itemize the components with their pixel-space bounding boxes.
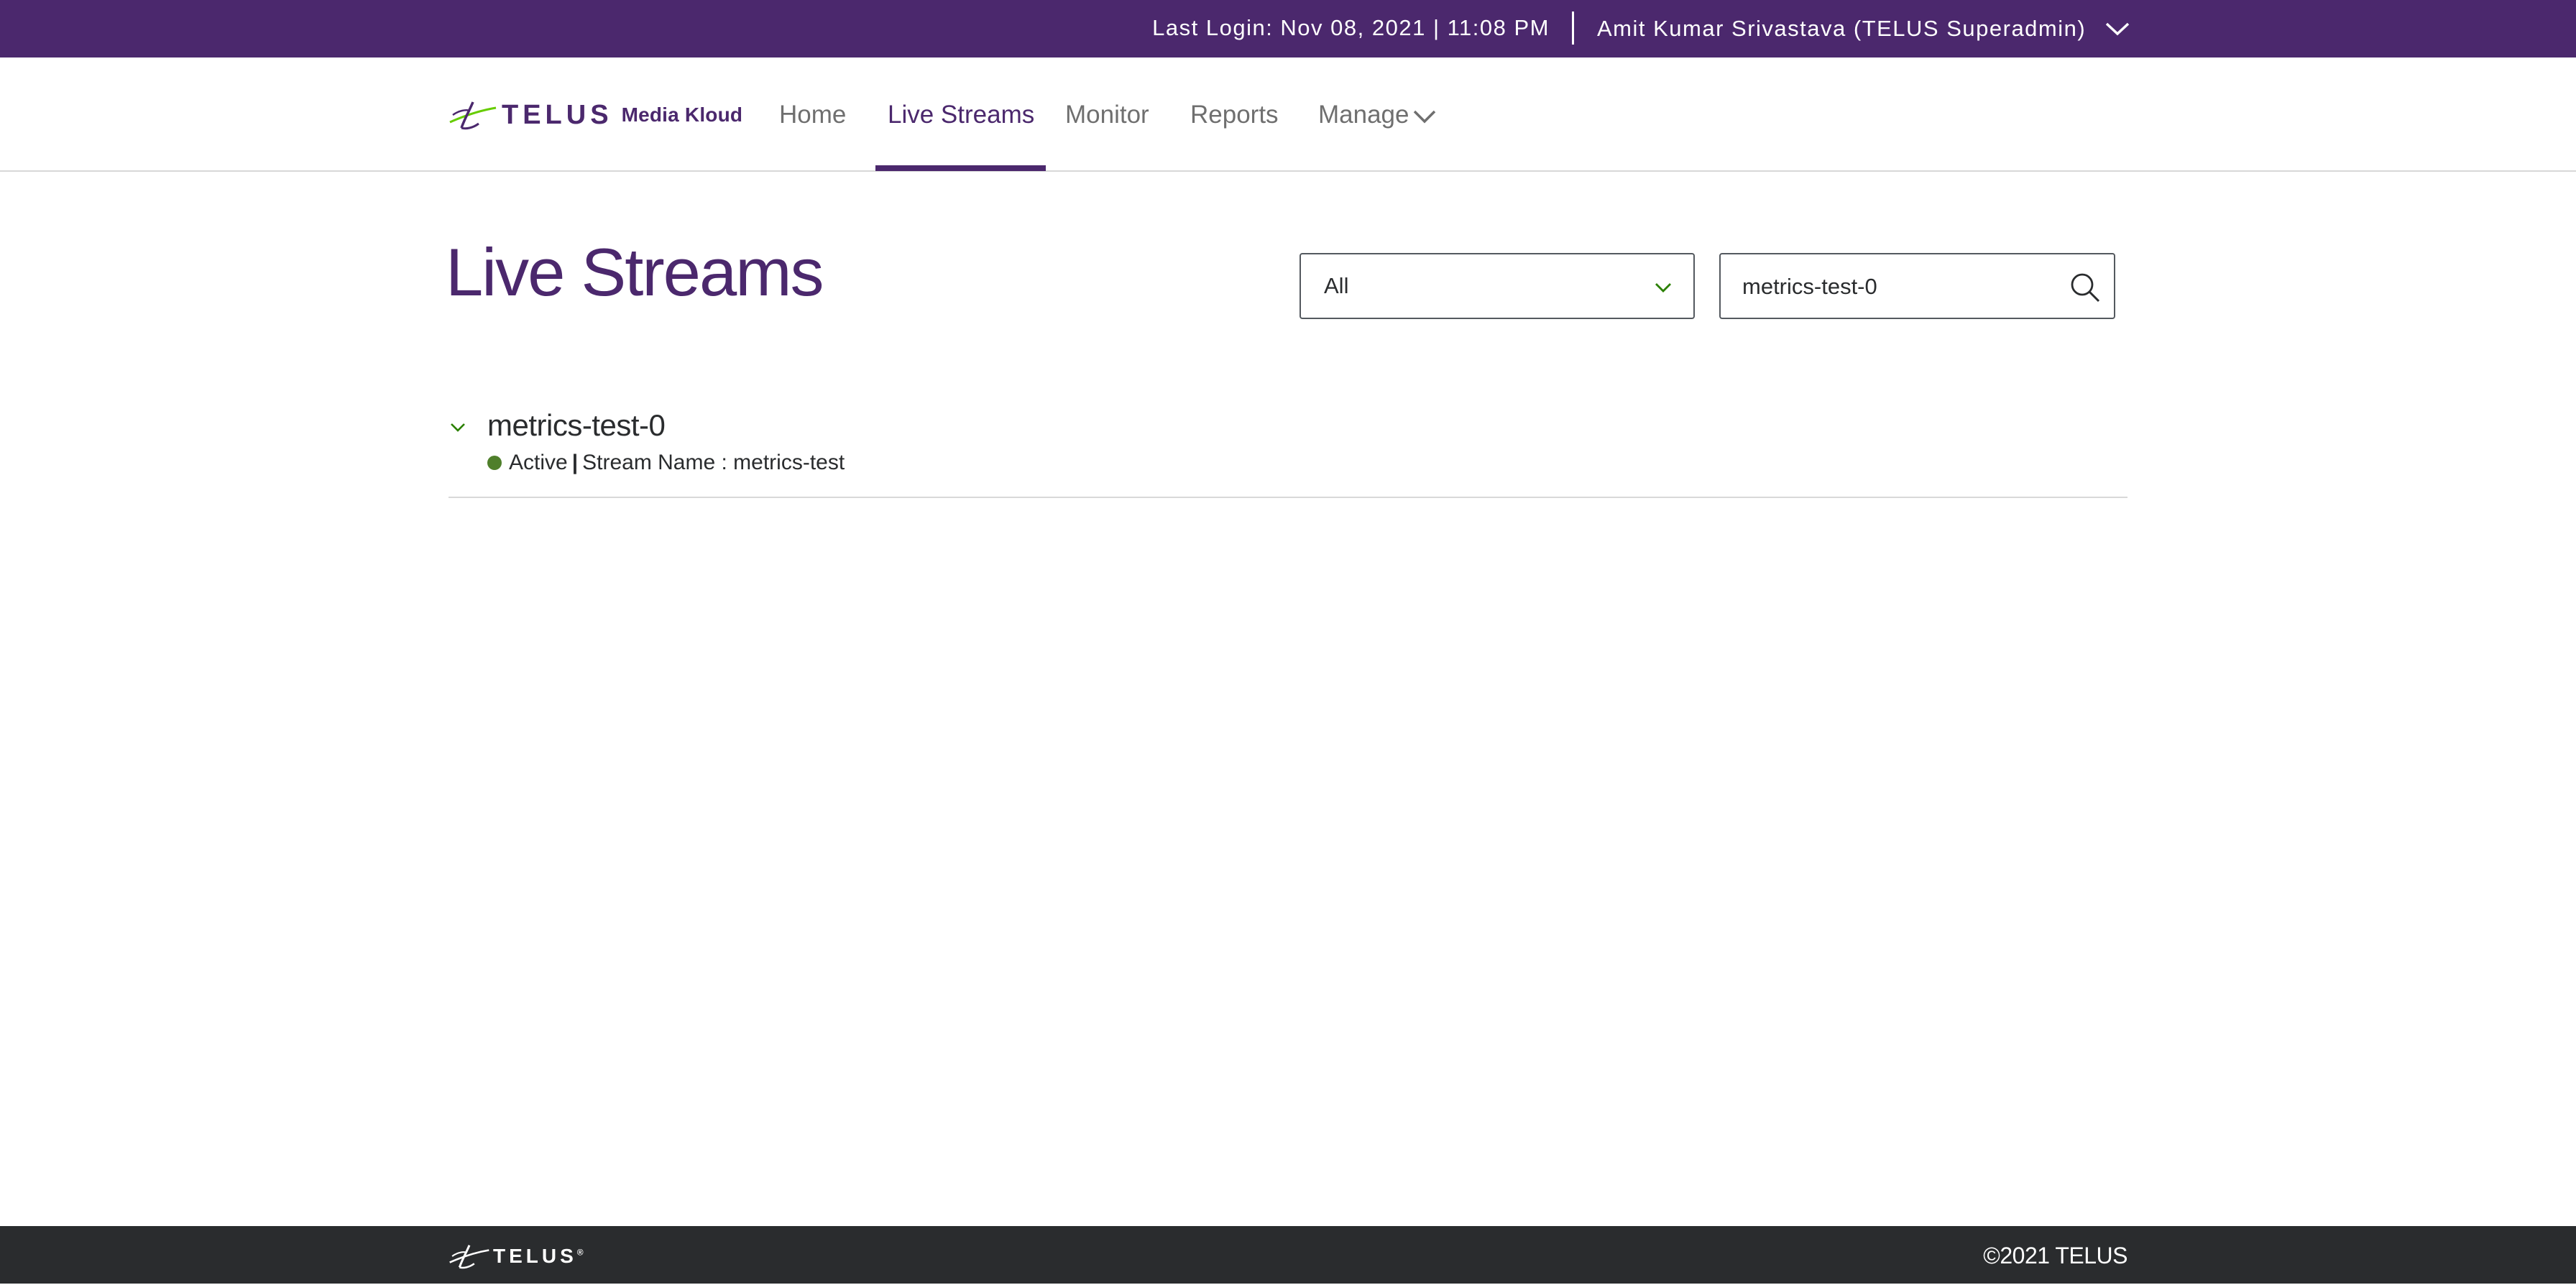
- telus-logo-mark-icon: [449, 1245, 489, 1269]
- status-indicator-icon: [487, 456, 502, 470]
- nav-item-reports[interactable]: Reports: [1190, 57, 1279, 170]
- telus-logo-mark-icon: [449, 101, 497, 130]
- stream-status: Active: [509, 451, 568, 474]
- nav-item-monitor[interactable]: Monitor: [1065, 57, 1149, 170]
- registered-mark: ®: [576, 1247, 584, 1258]
- footer-logo[interactable]: TELUS®: [448, 1242, 584, 1271]
- chevron-down-icon: [1414, 110, 1436, 124]
- telus-logo[interactable]: TELUS Media Kloud: [448, 98, 742, 132]
- chevron-down-icon: [1655, 283, 1671, 293]
- chevron-down-icon[interactable]: [450, 423, 466, 433]
- search-box: [1719, 253, 2115, 319]
- stream-meta: Active | Stream Name : metrics-test: [487, 450, 845, 476]
- list-item: metrics-test-0 Active | Stream Name : me…: [448, 397, 2128, 498]
- footer-brand-label: TELUS: [493, 1245, 577, 1267]
- status-filter-select[interactable]: All: [1300, 253, 1695, 319]
- page-title: Live Streams: [446, 234, 824, 310]
- top-bar-divider: [1572, 11, 1574, 45]
- last-login-text: Last Login: Nov 08, 2021 | 11:08 PM: [1152, 15, 1550, 40]
- stream-name: Stream Name : metrics-test: [582, 451, 845, 474]
- nav-item-home[interactable]: Home: [779, 57, 846, 170]
- user-menu-button[interactable]: Amit Kumar Srivastava (TELUS Superadmin): [1597, 0, 2130, 57]
- logo-product-text: Media Kloud: [621, 103, 743, 126]
- nav-item-live-streams[interactable]: Live Streams: [875, 57, 1046, 171]
- copyright-text: ©2021 TELUS: [1983, 1243, 2128, 1268]
- stream-title[interactable]: metrics-test-0: [487, 408, 666, 443]
- chevron-down-icon: [2106, 22, 2130, 36]
- footer: TELUS® ©2021 TELUS: [0, 1226, 2576, 1284]
- nav-item-manage-label: Manage: [1318, 101, 1409, 129]
- user-name: Amit Kumar Srivastava (TELUS Superadmin): [1597, 16, 2087, 41]
- search-input[interactable]: [1742, 269, 2044, 305]
- main-nav-bar: TELUS Media Kloud Home Live Streams Moni…: [0, 57, 2576, 172]
- logo-brand-text: TELUS: [502, 99, 613, 130]
- search-icon[interactable]: [2069, 272, 2101, 303]
- footer-brand-text: TELUS®: [493, 1245, 584, 1268]
- top-bar: Last Login: Nov 08, 2021 | 11:08 PM Amit…: [0, 0, 2576, 57]
- nav-item-manage[interactable]: Manage: [1318, 57, 1436, 170]
- meta-separator: |: [571, 451, 579, 474]
- status-filter-value: All: [1324, 273, 1349, 298]
